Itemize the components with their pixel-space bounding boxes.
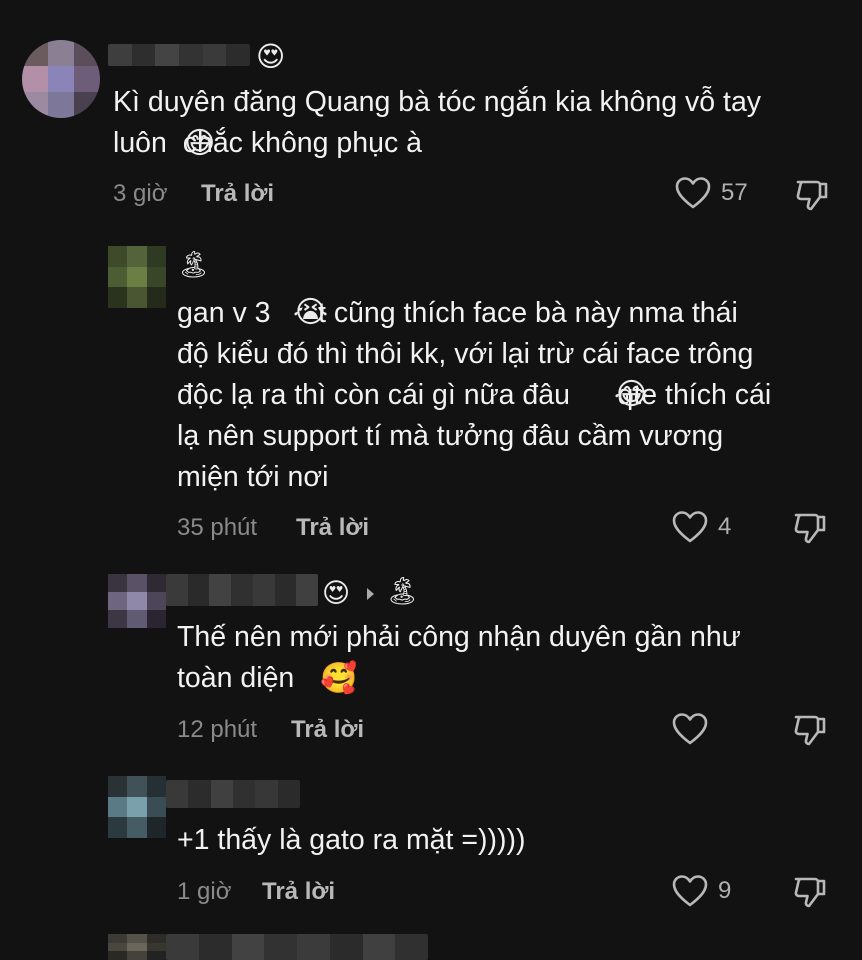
reply-button[interactable]: Trả lời bbox=[262, 878, 335, 906]
avatar[interactable] bbox=[108, 574, 166, 628]
timestamp: 35 phút bbox=[177, 514, 258, 541]
inline-emoji: 🥰 bbox=[320, 661, 358, 696]
author-name[interactable] bbox=[166, 574, 318, 606]
avatar[interactable] bbox=[108, 776, 166, 838]
like-count: 57 bbox=[721, 179, 748, 206]
dislike-icon[interactable] bbox=[792, 875, 828, 909]
timestamp: 12 phút bbox=[177, 716, 258, 743]
like-button[interactable]: 9 bbox=[672, 874, 731, 908]
reply-button[interactable]: Trả lời bbox=[296, 514, 369, 542]
author-emoji: 😍 bbox=[256, 40, 286, 73]
dislike-icon[interactable] bbox=[792, 713, 828, 747]
author-name[interactable] bbox=[166, 780, 300, 808]
like-button[interactable]: 57 bbox=[675, 176, 748, 210]
dislike-icon[interactable] bbox=[792, 511, 828, 545]
heart-icon bbox=[672, 874, 708, 908]
reply-button[interactable]: Trả lời bbox=[291, 716, 364, 744]
heart-icon bbox=[672, 510, 708, 544]
inline-emoji-laughing: 😂 bbox=[614, 377, 650, 412]
like-count: 9 bbox=[718, 877, 732, 904]
inline-emoji: 😅 bbox=[184, 126, 216, 161]
heart-icon bbox=[672, 712, 708, 746]
avatar[interactable] bbox=[22, 40, 100, 118]
reply-target-emoji: 🏝 bbox=[385, 576, 420, 607]
timestamp: 3 giờ bbox=[113, 180, 168, 207]
like-button[interactable] bbox=[672, 712, 718, 746]
author-emoji: 🏝 bbox=[177, 250, 211, 280]
reply-to-arrow-icon bbox=[367, 588, 374, 600]
heart-icon bbox=[675, 176, 711, 210]
avatar[interactable] bbox=[108, 246, 166, 308]
comment-text: Thế nên mới phải công nhận duyên gần như… bbox=[177, 621, 741, 694]
like-button[interactable]: 4 bbox=[672, 510, 731, 544]
avatar[interactable] bbox=[108, 934, 166, 960]
author-emoji: 😍 bbox=[322, 578, 351, 609]
reply-button[interactable]: Trả lời bbox=[201, 180, 274, 208]
author-name[interactable] bbox=[108, 44, 250, 66]
timestamp: 1 giờ bbox=[177, 878, 232, 905]
comment-text: gan v 3 t cũng thích face bà này nma thá… bbox=[177, 297, 772, 493]
dislike-icon[interactable] bbox=[794, 178, 830, 212]
comment-text: +1 thấy là gato ra mặt =))))) bbox=[177, 824, 526, 856]
inline-emoji-crying: 😭 bbox=[293, 295, 329, 330]
like-count: 4 bbox=[718, 513, 732, 540]
author-name[interactable] bbox=[166, 934, 428, 960]
